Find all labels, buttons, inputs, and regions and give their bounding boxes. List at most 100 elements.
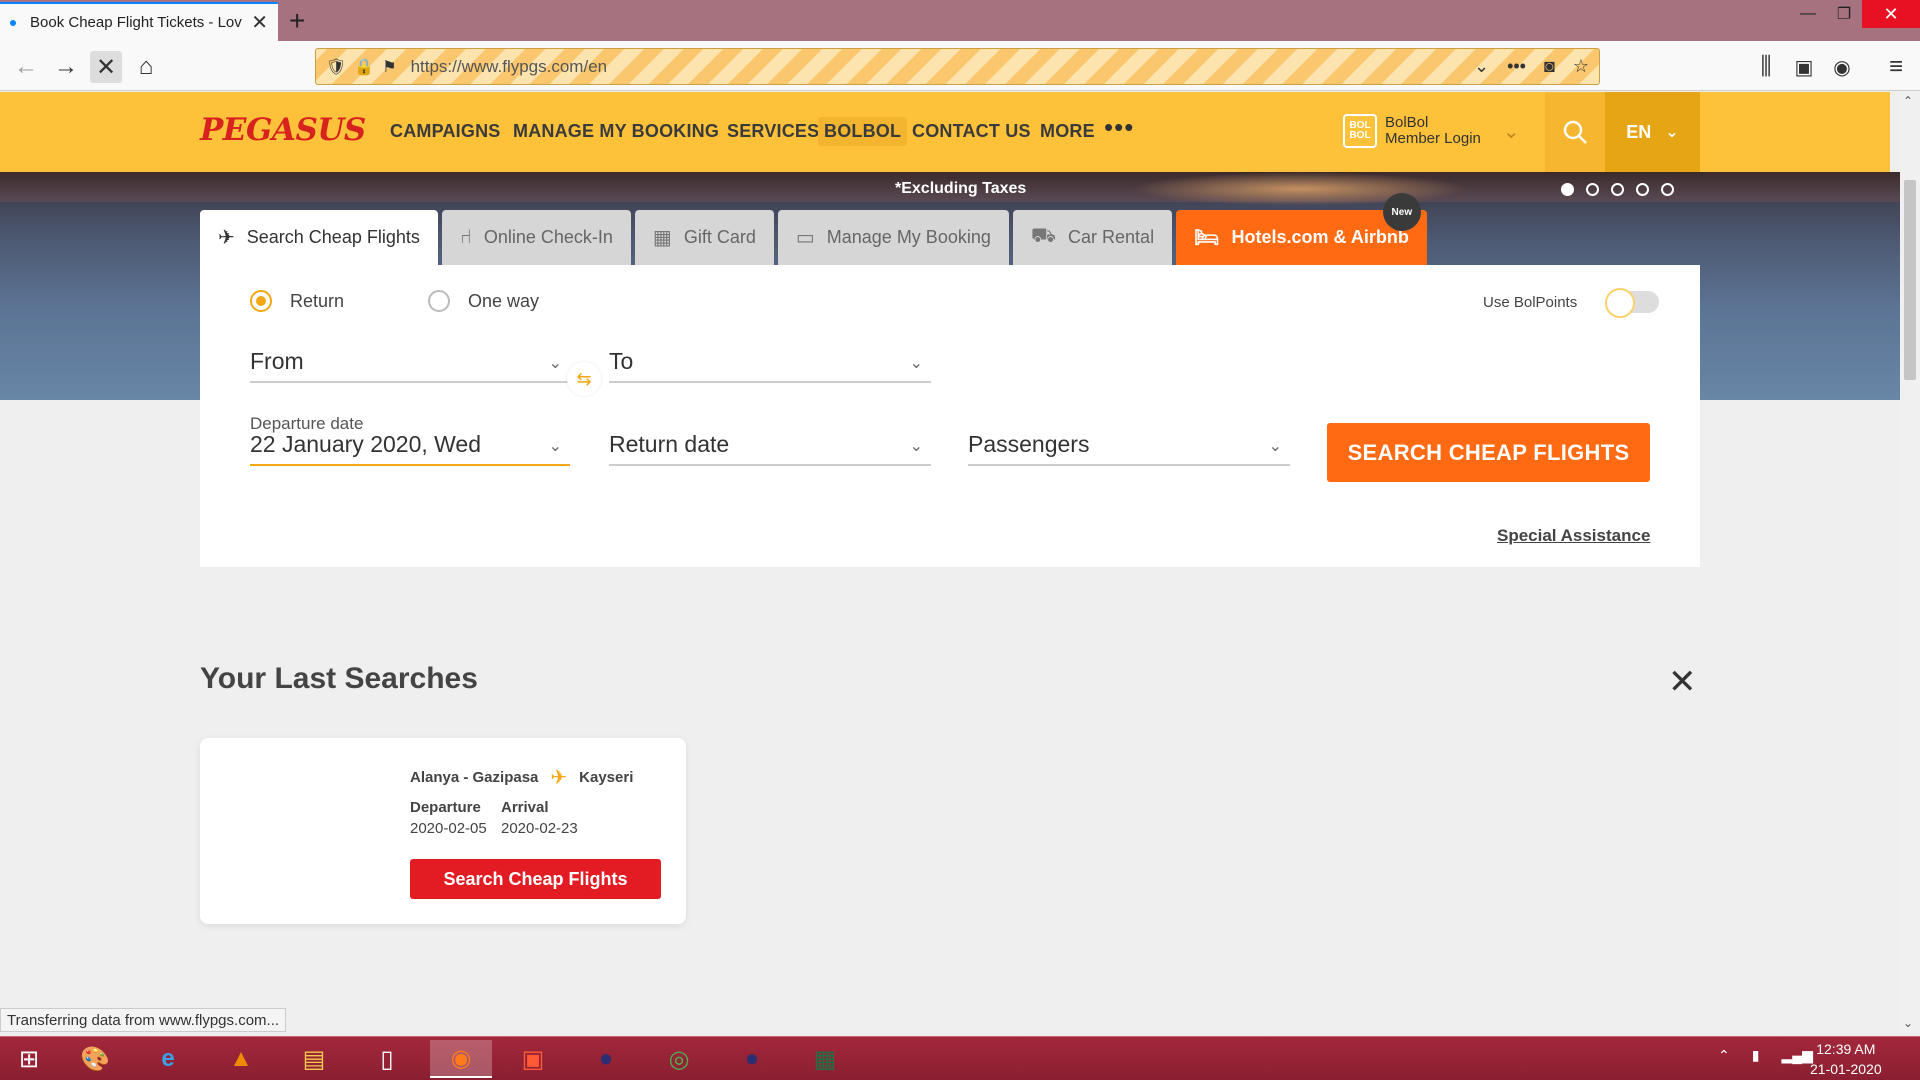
- permissions-icon[interactable]: ⚑: [382, 57, 396, 77]
- restore-window-icon[interactable]: ❐: [1826, 0, 1862, 28]
- shield-icon[interactable]: 🛡: [326, 57, 346, 77]
- file-explorer-icon[interactable]: ▤: [289, 1040, 339, 1078]
- nav-more[interactable]: MORE: [1040, 121, 1095, 142]
- site-header: PEGASUS CAMPAIGNS MANAGE MY BOOKING SERV…: [0, 92, 1890, 172]
- departure-heading: Departure: [410, 799, 481, 816]
- bed-icon: 🛏: [1194, 227, 1220, 249]
- system-tray: ⌃ ▮ ▂▄▆: [1718, 1047, 1813, 1064]
- lock-icon[interactable]: 🔒: [354, 57, 374, 77]
- forward-arrow-icon[interactable]: →: [50, 51, 82, 83]
- tab-manage-my-booking[interactable]: ▭ Manage My Booking: [777, 210, 1009, 265]
- scroll-up-icon[interactable]: ⌃: [1903, 94, 1913, 108]
- one-way-radio[interactable]: One way: [428, 290, 539, 312]
- slider-dot[interactable]: [1561, 183, 1574, 196]
- browser-tab[interactable]: Book Cheap Flight Tickets - Lov ✕: [0, 2, 278, 41]
- notepad-icon[interactable]: ▯: [362, 1040, 412, 1078]
- close-icon[interactable]: ✕: [1668, 662, 1697, 702]
- new-tab-icon[interactable]: +: [289, 5, 305, 37]
- tab-label: Search Cheap Flights: [246, 227, 420, 247]
- radio-unselected-icon: [428, 290, 450, 312]
- url-bar[interactable]: 🛡 🔒 ⚑ https://www.flypgs.com/en ⌄ ••• ◙ …: [315, 48, 1600, 85]
- chevron-down-icon: ⌄: [548, 355, 562, 372]
- taskbar-clock[interactable]: 12:39 AM 21-01-2020: [1810, 1039, 1882, 1079]
- firefox-icon[interactable]: ◉: [430, 1040, 492, 1078]
- slider-dot[interactable]: [1661, 183, 1674, 196]
- eclipse-icon-2[interactable]: ●: [727, 1040, 777, 1078]
- from-field[interactable]: From ⌄: [250, 341, 570, 383]
- eclipse-icon[interactable]: ●: [581, 1040, 631, 1078]
- tab-label: Online Check-In: [483, 227, 613, 247]
- arrival-date: 2020-02-23: [501, 820, 578, 837]
- chevron-down-icon: ⌄: [909, 438, 923, 455]
- to-field[interactable]: To ⌄: [609, 341, 931, 383]
- battery-icon[interactable]: ▮: [1752, 1047, 1760, 1064]
- close-window-icon[interactable]: ✕: [1862, 0, 1920, 28]
- network-icon[interactable]: ▂▄▆: [1781, 1047, 1812, 1064]
- more-dots-icon[interactable]: •••: [1104, 112, 1134, 143]
- page-actions-icon[interactable]: •••: [1507, 56, 1526, 77]
- swap-icon[interactable]: ⇆: [567, 362, 601, 396]
- chrome-icon[interactable]: ◎: [654, 1040, 704, 1078]
- site-search-button[interactable]: [1545, 92, 1605, 172]
- chevron-down-icon[interactable]: ⌄: [1474, 56, 1489, 77]
- internet-explorer-icon[interactable]: e: [143, 1040, 193, 1078]
- pocket-icon[interactable]: ◙: [1544, 56, 1555, 77]
- tab-hotels-airbnb[interactable]: 🛏 Hotels.com & Airbnb New: [1176, 193, 1427, 265]
- return-radio[interactable]: Return: [250, 290, 344, 312]
- nav-manage-my-booking[interactable]: MANAGE MY BOOKING: [513, 121, 719, 142]
- nav-bolbol[interactable]: BOLBOL: [818, 117, 908, 146]
- browser-tab-bar: Book Cheap Flight Tickets - Lov ✕ + — ❐ …: [0, 0, 1920, 41]
- nav-services[interactable]: SERVICES: [727, 121, 819, 142]
- scroll-thumb[interactable]: [1904, 180, 1916, 380]
- pegasus-logo[interactable]: PEGASUS: [200, 112, 366, 148]
- tab-search-cheap-flights[interactable]: ✈ Search Cheap Flights: [200, 210, 438, 265]
- clock-time: 12:39 AM: [1816, 1041, 1876, 1057]
- booking-tabs: ✈ Search Cheap Flights ⑁ Online Check-In…: [200, 193, 1427, 265]
- close-tab-icon[interactable]: ✕: [251, 10, 268, 35]
- nav-contact-us[interactable]: CONTACT US: [912, 121, 1031, 142]
- vlc-icon[interactable]: ▲: [216, 1040, 266, 1078]
- url-text[interactable]: https://www.flypgs.com/en: [411, 57, 1456, 77]
- bolpoints-toggle[interactable]: [1605, 288, 1660, 318]
- use-bolpoints-label: Use BolPoints: [1483, 293, 1578, 311]
- back-arrow-icon[interactable]: ←: [10, 51, 42, 83]
- nav-campaigns[interactable]: CAMPAIGNS: [390, 121, 500, 142]
- excel-icon[interactable]: ▦: [800, 1040, 850, 1078]
- return-date-field[interactable]: Return date ⌄: [609, 420, 931, 466]
- search-cheap-flights-button[interactable]: SEARCH CHEAP FLIGHTS: [1327, 423, 1650, 482]
- member-login[interactable]: BOL BOL BolBol Member Login ⌄: [1343, 114, 1520, 148]
- page-scrollbar[interactable]: ⌃ ⌄: [1900, 92, 1920, 1032]
- chevron-down-icon: ⌄: [548, 438, 562, 455]
- tab-online-check-in[interactable]: ⑁ Online Check-In: [441, 210, 631, 265]
- browser-nav-bar: ← → ✕ ⌂ 🛡 🔒 ⚑ https://www.flypgs.com/en …: [0, 41, 1920, 91]
- tray-chevron-up-icon[interactable]: ⌃: [1718, 1047, 1730, 1064]
- last-search-button[interactable]: Search Cheap Flights: [410, 859, 661, 899]
- stop-loading-icon[interactable]: ✕: [90, 51, 122, 83]
- library-icon[interactable]: ⫼: [1750, 51, 1782, 83]
- windows-taskbar: ⊞ 🎨 e ▲ ▤ ▯ ◉ ▣ ● ◎ ● ▦ ⌃ ▮ ▂▄▆ 12:39 AM…: [0, 1036, 1920, 1080]
- special-assistance-link[interactable]: Special Assistance: [1497, 526, 1650, 546]
- home-icon[interactable]: ⌂: [130, 51, 162, 83]
- one-way-label: One way: [468, 290, 540, 311]
- minimize-window-icon[interactable]: —: [1790, 0, 1826, 28]
- tab-car-rental[interactable]: ⛟ Car Rental: [1012, 210, 1173, 265]
- slider-dot[interactable]: [1611, 183, 1624, 196]
- account-icon[interactable]: ◉: [1826, 51, 1858, 83]
- departure-date-field[interactable]: Departure date 22 January 2020, Wed ⌄: [250, 414, 570, 466]
- passengers-label: Passengers: [968, 431, 1090, 457]
- passengers-field[interactable]: Passengers ⌄: [968, 420, 1290, 466]
- scroll-down-icon[interactable]: ⌄: [1903, 1016, 1913, 1030]
- departure-date: 2020-02-05: [410, 820, 487, 837]
- tab-gift-card[interactable]: ▦ Gift Card: [634, 210, 774, 265]
- slider-dot[interactable]: [1636, 183, 1649, 196]
- windows-start-icon[interactable]: ⊞: [4, 1040, 54, 1078]
- hero-ship-lights: [1130, 172, 1470, 206]
- language-label: EN: [1626, 121, 1652, 142]
- language-selector[interactable]: EN ⌄: [1605, 92, 1700, 172]
- presentation-icon[interactable]: ▣: [508, 1040, 558, 1078]
- menu-hamburger-icon[interactable]: ≡: [1880, 51, 1912, 83]
- paint-icon[interactable]: 🎨: [70, 1040, 120, 1078]
- bookmark-star-icon[interactable]: ☆: [1573, 56, 1589, 77]
- slider-dot[interactable]: [1586, 183, 1599, 196]
- sidebar-icon[interactable]: ▣: [1788, 51, 1820, 83]
